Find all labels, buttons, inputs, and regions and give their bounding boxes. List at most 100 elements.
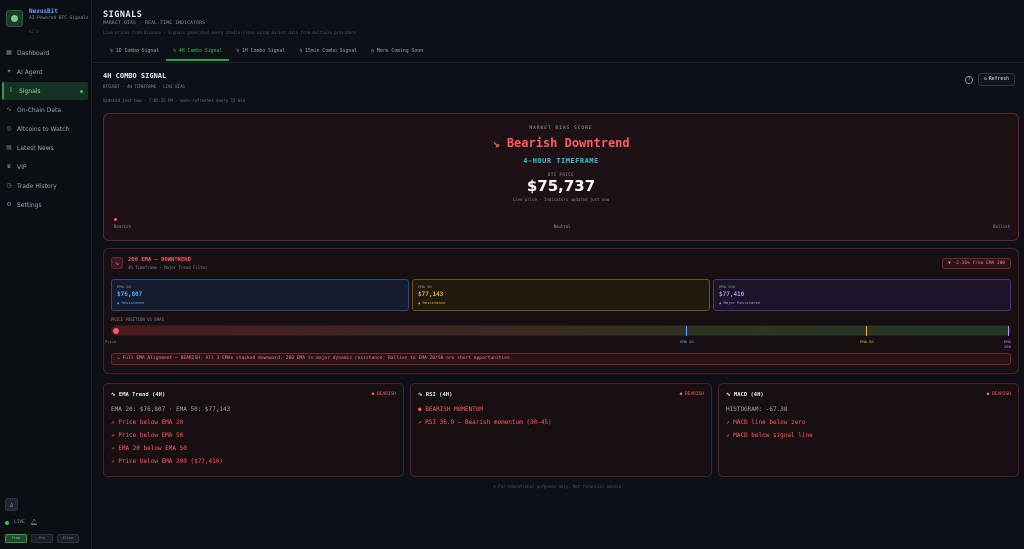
plan-pro-button[interactable]: Pro — [31, 534, 53, 543]
tab-label: 15min Combo Signal — [305, 49, 358, 54]
brand[interactable]: NexusBit AI-Powered BTC Signals v2.0 — [6, 8, 90, 38]
ema-20-tick — [686, 326, 687, 336]
plan-elite-button[interactable]: Elite — [57, 534, 79, 543]
sidebar-item-label: Dashboard — [17, 49, 50, 57]
rsi-reasons: ↗ RSI 36.0 — Bearish momentum (30-45) — [418, 419, 552, 432]
sidebar-item-vip[interactable]: ♛ VIP — [0, 158, 92, 176]
refresh-icon: ↻ — [983, 77, 987, 82]
activity-icon: ∿ — [418, 392, 426, 398]
price-marker — [113, 328, 119, 334]
sidebar-item-signals[interactable]: ⌇ Signals — [2, 82, 88, 100]
signal-tabs: ↯ 1D Combo Signal ↯ 4H Combo Signal ↯ 1H… — [103, 45, 430, 61]
signal-icon: ⌇ — [9, 87, 13, 94]
ema-200-card: ↘ 200 EMA — DOWNTREND 4h Timeframe · Maj… — [103, 248, 1019, 374]
ema-200-box: EMA 200 $77,410 ▲ Major Resistance — [713, 279, 1011, 311]
activity-icon: ∿ — [6, 106, 12, 113]
tab-more-coming-soon[interactable]: ◷ More Coming Soon — [364, 45, 430, 61]
user-icon[interactable]: ♙ — [5, 498, 18, 511]
help-icon[interactable]: ? — [965, 76, 973, 84]
tab-label: More Coming Soon — [376, 49, 424, 54]
card-main-value: EMA 20: $76,807 · EMA 50: $77,143 — [111, 406, 231, 413]
sidebar-item-altcoins[interactable]: ◎ Altcoins to Watch — [0, 120, 92, 138]
sidebar-item-label: Trade History — [17, 182, 57, 190]
rsi-card: ∿ RSI (4H) ● BEARISH ● BEARISH MOMENTUM … — [410, 383, 712, 477]
bearish-badge: ● BEARISH — [679, 392, 704, 397]
bias-label: MARKET BIAS SCORE — [529, 126, 593, 131]
scale-ema-200: EMA 200 — [1004, 339, 1011, 349]
sidebar-item-label: VIP — [17, 163, 27, 171]
ema-200-tick — [1008, 326, 1009, 336]
plan-free-button[interactable]: Free — [5, 534, 27, 543]
macd-card: ∿ MACD (4H) ● BEARISH HISTOGRAM: -67.38 … — [718, 383, 1019, 477]
history-icon: ◷ — [6, 182, 12, 189]
section-title: 4H COMBO SIGNAL — [103, 72, 167, 80]
price-position-label: PRICE POSITION VS EMAS — [111, 317, 164, 322]
ema-distance-badge: ▼ -2.16% from EMA 200 — [942, 258, 1011, 269]
live-label: LIVE — [14, 520, 25, 525]
sidebar-item-settings[interactable]: ⚙ Settings — [0, 196, 92, 214]
refresh-label: Refresh — [988, 77, 1010, 82]
sidebar-item-latest-news[interactable]: ▤ Latest News — [0, 139, 92, 157]
refresh-button[interactable]: ↻ Refresh — [978, 73, 1015, 86]
sparkle-icon: ✦ — [6, 68, 12, 75]
brand-name: NexusBit — [29, 8, 58, 15]
price-note: Live price · Indicators updated just now — [512, 197, 610, 202]
ema-200-position: ▲ Major Resistance — [719, 300, 761, 305]
live-dot-icon — [5, 520, 9, 525]
bearish-badge: ● BEARISH — [371, 392, 396, 397]
list-item: ↗ Price below EMA 50 — [111, 432, 184, 439]
price-position-bar — [111, 325, 1011, 336]
ema-50-position: ▲ Resistance — [418, 300, 446, 305]
ema-values: EMA 20 $76,807 ▲ Resistance EMA 50 $77,1… — [111, 279, 1011, 311]
sidebar-item-label: Latest News — [17, 144, 54, 152]
macd-reasons: ↗ MACD line below zero ↗ MACD below sign… — [726, 419, 813, 445]
bias-headline: ↘ Bearish Downtrend — [104, 136, 1018, 150]
tab-1d-combo[interactable]: ↯ 1D Combo Signal — [103, 45, 166, 61]
btc-price: $75,737 — [526, 177, 596, 195]
card-title: ∿ MACD (4H) — [726, 392, 764, 398]
list-item: ↗ RSI 36.0 — Bearish momentum (30-45) — [418, 419, 552, 426]
tab-1h-combo[interactable]: ↯ 1H Combo Signal — [229, 45, 292, 61]
trend-down-icon: ↘ — [111, 257, 123, 269]
page-subtitle: MARKET BIAS · REAL-TIME INDICATORS — [103, 21, 206, 26]
news-icon: ▤ — [6, 144, 12, 151]
list-item: ↗ Price below EMA 20 — [111, 419, 184, 426]
plan-switcher: Free Pro Elite — [5, 534, 79, 543]
bias-scale: Bearish Neutral Bullish — [114, 224, 1010, 229]
rsi-momentum-text: BEARISH MOMENTUM — [425, 406, 484, 413]
sidebar-item-dashboard[interactable]: ▦ Dashboard — [0, 44, 92, 62]
sidebar-item-label: Signals — [19, 87, 41, 95]
list-item: ↗ MACD line below zero — [726, 419, 806, 426]
bias-headline-text: Bearish Downtrend — [506, 136, 630, 150]
updated-text: Updated just now · 7:05:15 PM · auto-ref… — [103, 98, 246, 103]
ema-20-value: $76,807 — [117, 291, 143, 298]
card-title: ∿ RSI (4H) — [418, 392, 452, 398]
sidebar-item-label: Settings — [17, 201, 42, 209]
market-bias-card: MARKET BIAS SCORE ↘ Bearish Downtrend 4-… — [103, 113, 1019, 241]
ema-title: 200 EMA — DOWNTREND — [128, 257, 191, 263]
timeframe-label: 4-HOUR TIMEFRAME — [523, 157, 599, 165]
ema-20-box: EMA 20 $76,807 ▲ Resistance — [111, 279, 409, 311]
sidebar-item-ai-agent[interactable]: ✦ AI Agent — [0, 63, 92, 81]
card-title-text: EMA Trend (4H) — [118, 392, 166, 398]
tab-4h-combo[interactable]: ↯ 4H Combo Signal — [166, 45, 230, 61]
live-status: LIVE 🔔︎ — [5, 519, 37, 526]
page-header: SIGNALS MARKET BIAS · REAL-TIME INDICATO… — [93, 0, 1024, 62]
bell-icon[interactable]: 🔔︎ — [30, 519, 38, 526]
footer-disclaimer: © For educational purposes only. Not fin… — [493, 484, 624, 489]
tab-15min-combo[interactable]: ↯ 15min Combo Signal — [292, 45, 364, 61]
sidebar-item-trade-history[interactable]: ◷ Trade History — [0, 177, 92, 195]
card-title: ∿ EMA Trend (4H) — [111, 392, 165, 398]
ema-trend-card: ∿ EMA Trend (4H) ● BEARISH EMA 20: $76,8… — [103, 383, 404, 477]
logo-icon — [6, 10, 23, 27]
list-item: ↗ Price below EMA 200 ($77,410) — [111, 458, 223, 465]
card-title-text: MACD (4H) — [733, 392, 764, 398]
sidebar-item-label: Altcoins to Watch — [17, 125, 70, 133]
ema-20-position: ▲ Resistance — [117, 300, 145, 305]
bearish-badge: ● BEARISH — [986, 392, 1011, 397]
brand-subtitle: AI-Powered BTC Signals — [29, 16, 89, 21]
sidebar-item-on-chain-data[interactable]: ∿ On-Chain Data — [0, 101, 92, 119]
list-item: ↗ MACD below signal line — [726, 432, 813, 439]
gear-icon: ⚙ — [6, 201, 12, 208]
ema-200-label: EMA 200 — [719, 284, 736, 289]
